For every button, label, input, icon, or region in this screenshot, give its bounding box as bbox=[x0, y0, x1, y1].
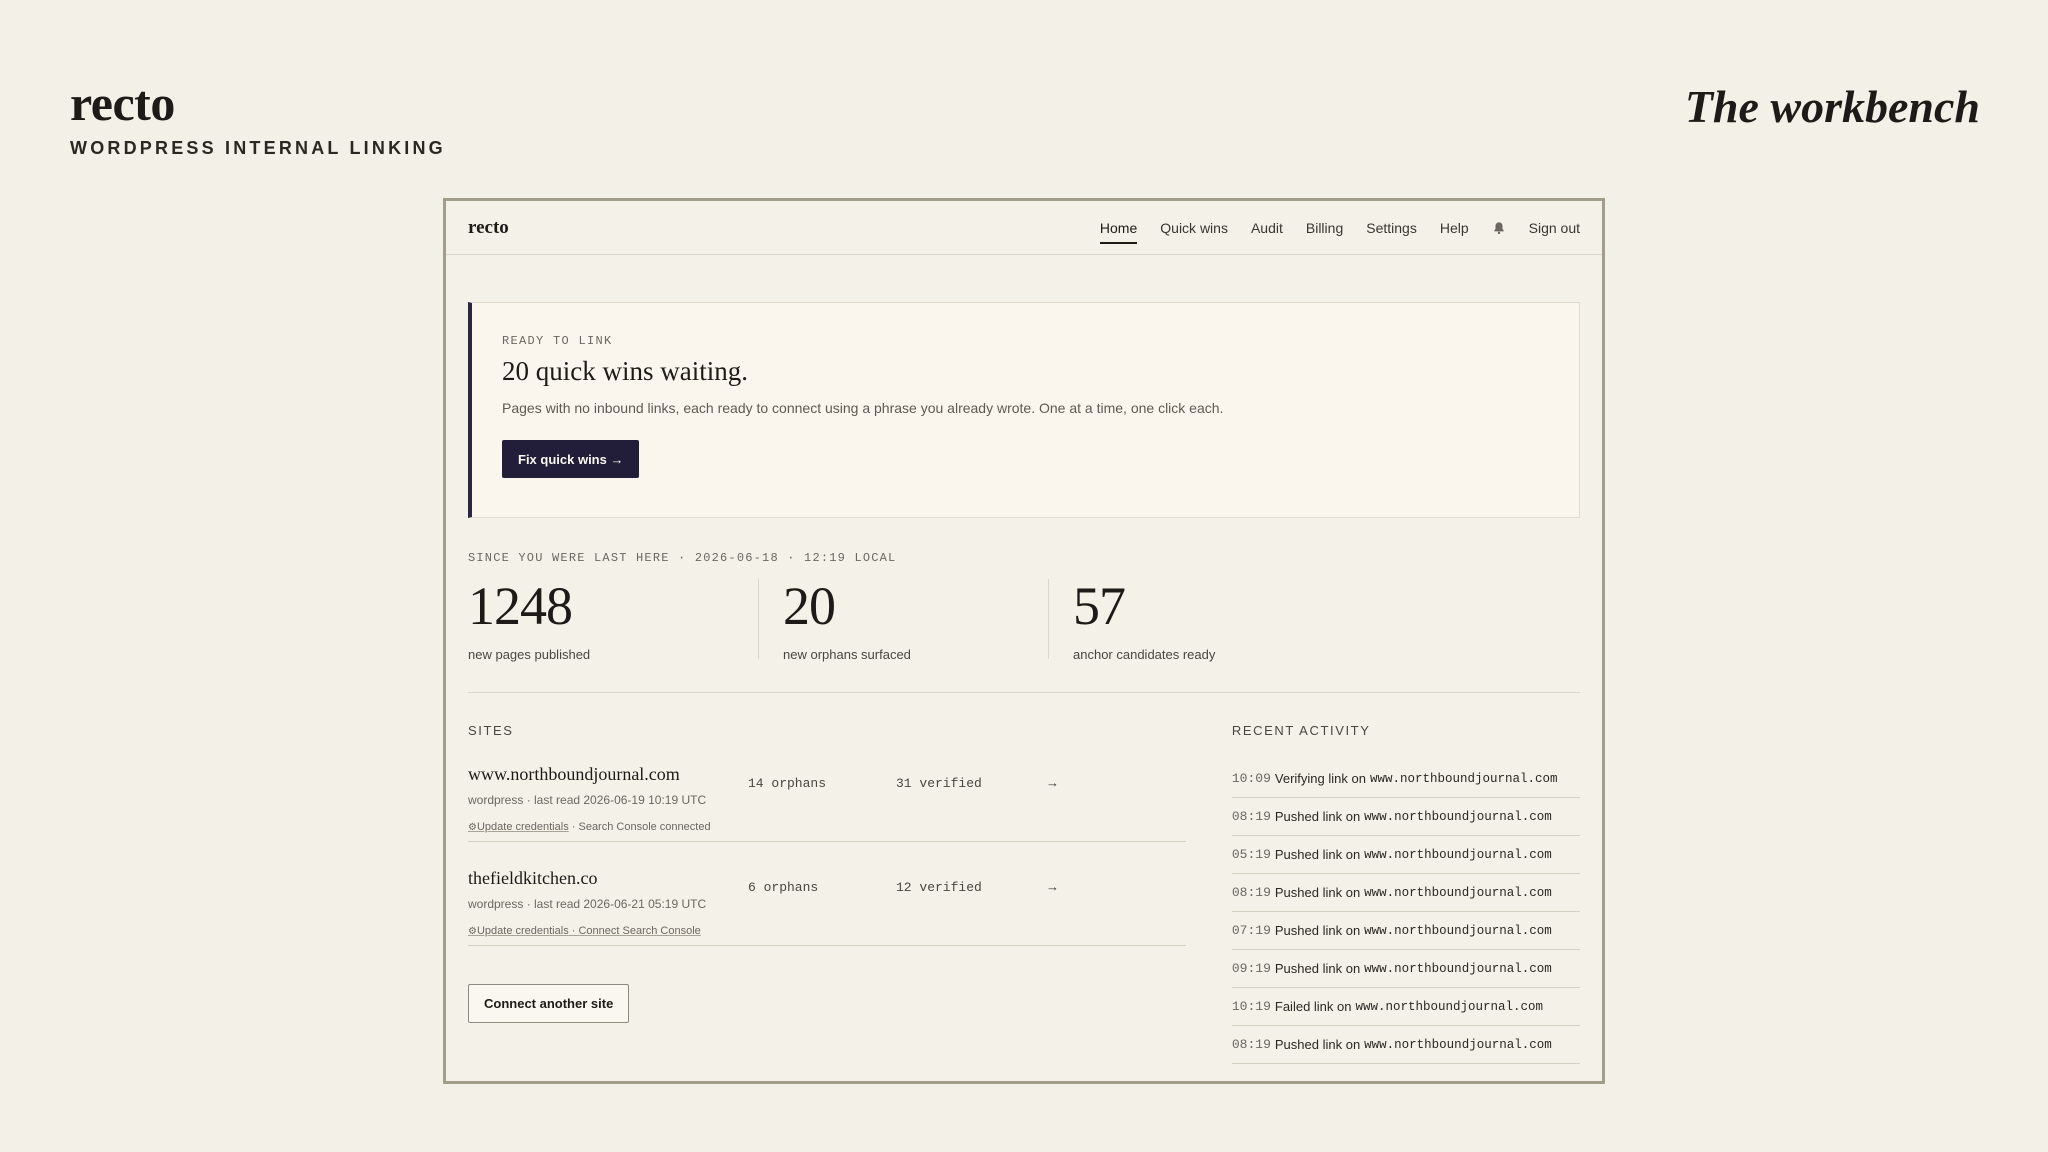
activity-domain: www.northboundjournal.com bbox=[1364, 923, 1552, 938]
stat-anchor-candidates: 57 anchor candidates ready bbox=[1048, 576, 1338, 662]
site-meta: wordpress · last read 2026-06-19 10:19 U… bbox=[468, 793, 707, 807]
lower-section: SITES www.northboundjournal.com wordpres… bbox=[468, 723, 1580, 1064]
activity-text: Pushed link on bbox=[1274, 1037, 1361, 1052]
activity-item: 05:19 Pushed link on www.northboundjournal… bbox=[1231, 836, 1580, 874]
site-links: ⚙Update credentials · Connect Search Con… bbox=[468, 925, 1186, 937]
stats-row: 1248 new pages published 20 new orphans … bbox=[468, 576, 1580, 662]
nav-link-audit[interactable]: Audit bbox=[1251, 220, 1283, 236]
activity-domain: www.northboundjournal.com bbox=[1364, 961, 1552, 976]
recent-activity-heading: RECENT ACTIVITY bbox=[1231, 723, 1371, 738]
activity-text: Pushed link on bbox=[1274, 885, 1361, 900]
connect-another-site-button[interactable]: Connect another site bbox=[468, 984, 630, 1023]
activity-domain: www.northboundjournal.com bbox=[1364, 847, 1552, 862]
nav-link-settings[interactable]: Settings bbox=[1366, 220, 1417, 236]
hero-eyebrow: READY TO LINK bbox=[502, 334, 613, 348]
activity-item: 08:19 Pushed link on www.northboundjournal… bbox=[1231, 798, 1580, 836]
arrow-right-icon[interactable]: → bbox=[1046, 868, 1059, 894]
hero-description: Pages with no inbound links, each ready … bbox=[502, 400, 1224, 416]
recent-activity-section: RECENT ACTIVITY 10:09 Verifying link on ww… bbox=[1231, 723, 1580, 1064]
bell-icon[interactable] bbox=[1492, 221, 1506, 235]
site-row[interactable]: www.northboundjournal.com wordpress · la… bbox=[468, 738, 1186, 842]
activity-domain: www.northboundjournal.com bbox=[1355, 999, 1544, 1014]
site-links: ⚙Update credentials · Search Console con… bbox=[468, 821, 1186, 833]
activity-item: 10:19 Failed link on www.northboundjournal… bbox=[1231, 988, 1580, 1026]
stat-value: 57 bbox=[1073, 576, 1126, 636]
activity-item: 09:19 Pushed link on www.northboundjournal… bbox=[1231, 950, 1580, 988]
stat-new-pages: 1248 new pages published bbox=[468, 576, 758, 662]
site-verified: 12 verified bbox=[896, 880, 982, 895]
activity-domain: www.northboundjournal.com bbox=[1364, 1037, 1552, 1052]
sites-heading: SITES bbox=[468, 723, 514, 738]
activity-item: 10:09 Verifying link on www.northboundjour… bbox=[1231, 760, 1580, 798]
activity-item: 08:19 Pushed link on www.northboundjournal… bbox=[1231, 1026, 1580, 1064]
activity-time: 07:19 bbox=[1231, 923, 1271, 938]
nav-logo[interactable]: recto bbox=[468, 217, 509, 239]
update-credentials-label: Update credentials bbox=[476, 821, 569, 833]
update-credentials-label: Update credentials bbox=[476, 925, 569, 937]
activity-text: Pushed link on bbox=[1274, 847, 1361, 862]
arrow-right-icon[interactable]: → bbox=[1046, 764, 1059, 790]
search-console-status: Search Console connected bbox=[578, 821, 711, 833]
activity-domain: www.northboundjournal.com bbox=[1364, 809, 1552, 824]
site-row[interactable]: thefieldkitchen.co wordpress · last read… bbox=[468, 842, 1186, 946]
site-name[interactable]: thefieldkitchen.co bbox=[468, 868, 748, 889]
app-window: recto Home Quick wins Audit Billing Sett… bbox=[443, 198, 1605, 1084]
activity-time: 09:19 bbox=[1231, 961, 1271, 976]
slide-title: The workbench bbox=[1684, 81, 1980, 132]
nav-link-home[interactable]: Home bbox=[1099, 220, 1138, 244]
slide-brand: recto WORDPRESS INTERNAL LINKING bbox=[70, 78, 446, 159]
site-verified: 31 verified bbox=[896, 776, 982, 791]
update-credentials-link[interactable]: ⚙Update credentials bbox=[468, 821, 569, 833]
activity-domain: www.northboundjournal.com bbox=[1369, 771, 1558, 786]
activity-time: 08:19 bbox=[1231, 809, 1271, 824]
activity-text: Pushed link on bbox=[1274, 961, 1361, 976]
activity-list: 10:09 Verifying link on www.northboundjour… bbox=[1231, 760, 1580, 1064]
site-info: www.northboundjournal.com wordpress · la… bbox=[468, 764, 748, 807]
slide-brand-name: recto bbox=[70, 75, 175, 131]
main-content: READY TO LINK 20 quick wins waiting. Pag… bbox=[446, 302, 1602, 1064]
site-row-main: thefieldkitchen.co wordpress · last read… bbox=[468, 868, 1186, 911]
fix-quick-wins-button[interactable]: Fix quick wins → bbox=[502, 440, 640, 478]
since-label: SINCE YOU WERE LAST HERE · 2026-06-18 · … bbox=[468, 551, 897, 565]
activity-time: 05:19 bbox=[1231, 847, 1271, 862]
nav-link-quick-wins[interactable]: Quick wins bbox=[1160, 220, 1228, 236]
gear-icon: ⚙ bbox=[468, 926, 477, 937]
site-info: thefieldkitchen.co wordpress · last read… bbox=[468, 868, 748, 911]
activity-domain: www.northboundjournal.com bbox=[1364, 885, 1552, 900]
activity-time: 10:09 bbox=[1231, 771, 1271, 786]
site-name[interactable]: www.northboundjournal.com bbox=[468, 764, 748, 785]
stat-label: new orphans surfaced bbox=[783, 647, 911, 662]
activity-time: 08:19 bbox=[1231, 885, 1271, 900]
hero-title: 20 quick wins waiting. bbox=[502, 356, 748, 386]
sign-out-link[interactable]: Sign out bbox=[1529, 220, 1580, 236]
gear-icon: ⚙ bbox=[468, 822, 477, 833]
slide-brand-tagline: WORDPRESS INTERNAL LINKING bbox=[70, 138, 446, 158]
connect-search-console-link[interactable]: Connect Search Console bbox=[578, 925, 700, 937]
activity-text: Verifying link on bbox=[1274, 771, 1366, 786]
nav-link-billing[interactable]: Billing bbox=[1306, 220, 1343, 236]
top-nav: recto Home Quick wins Audit Billing Sett… bbox=[446, 201, 1602, 255]
activity-text: Failed link on bbox=[1274, 999, 1352, 1014]
stat-label: new pages published bbox=[468, 647, 591, 662]
activity-item: 08:19 Pushed link on www.northboundjournal… bbox=[1231, 874, 1580, 912]
activity-time: 08:19 bbox=[1231, 1037, 1271, 1052]
activity-time: 10:19 bbox=[1231, 999, 1271, 1014]
stat-value: 20 bbox=[783, 576, 836, 636]
activity-text: Pushed link on bbox=[1274, 809, 1361, 824]
nav-links: Home Quick wins Audit Billing Settings H… bbox=[1099, 220, 1580, 244]
stats-section: 1248 new pages published 20 new orphans … bbox=[468, 579, 1580, 693]
stat-value: 1248 bbox=[468, 576, 573, 636]
site-meta: wordpress · last read 2026-06-21 05:19 U… bbox=[468, 897, 707, 911]
activity-item: 07:19 Pushed link on www.northboundjournal… bbox=[1231, 912, 1580, 950]
sites-section: SITES www.northboundjournal.com wordpres… bbox=[468, 723, 1186, 1064]
quick-wins-card: READY TO LINK 20 quick wins waiting. Pag… bbox=[468, 302, 1580, 518]
stat-new-orphans: 20 new orphans surfaced bbox=[758, 576, 1048, 662]
activity-text: Pushed link on bbox=[1274, 923, 1361, 938]
site-orphans: 14 orphans bbox=[748, 776, 827, 791]
nav-link-help[interactable]: Help bbox=[1440, 220, 1469, 236]
site-row-main: www.northboundjournal.com wordpress · la… bbox=[468, 764, 1186, 807]
site-orphans: 6 orphans bbox=[748, 880, 819, 895]
update-credentials-link[interactable]: ⚙Update credentials bbox=[468, 925, 569, 937]
stat-label: anchor candidates ready bbox=[1073, 647, 1216, 662]
